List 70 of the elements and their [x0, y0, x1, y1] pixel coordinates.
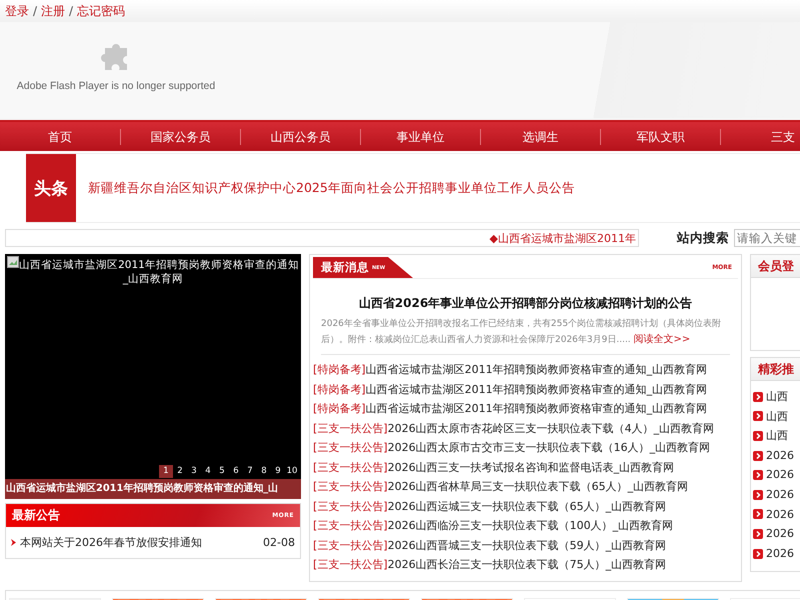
search-field[interactable]: 请输入关键	[734, 229, 800, 247]
page-number[interactable]: 1	[159, 465, 173, 478]
nav-link[interactable]: 山西公务员	[240, 128, 360, 144]
arrow-icon	[753, 490, 763, 500]
news-ticker: ◆山西省运城市盐湖区2011年	[5, 229, 639, 247]
arrow-icon	[753, 411, 763, 422]
arrow-icon	[753, 450, 763, 461]
panel-title: 会员登	[758, 258, 794, 274]
page-number[interactable]: 3	[187, 465, 201, 478]
recommend-link[interactable]: 山西	[753, 387, 800, 407]
recommend-link[interactable]: 2026	[753, 484, 800, 505]
recommend-link[interactable]: 山西	[753, 426, 800, 446]
arrow-icon	[753, 392, 763, 402]
separator: /	[33, 4, 38, 18]
news-link[interactable]: [三支一扶公告]2026山西临汾三支一扶职位表下载（100人）_山西教育网	[313, 516, 738, 536]
recommend-link[interactable]: 2026	[753, 524, 800, 544]
news-link[interactable]: [特岗备考]山西省运城市盐湖区2011年招聘预岗教师资格审查的通知_山西教育网	[313, 380, 738, 399]
page-number[interactable]: 4	[201, 465, 215, 478]
news-link[interactable]: [三支一扶公告]2026山西太原市古交市三支一扶职位表下载（16人）_山西教育网	[313, 438, 738, 458]
recommend-link[interactable]: 2026	[753, 544, 800, 564]
featured-summary: 2026年全省事业单位公开招聘改报名工作已经结束，共有255个岗位需核减招聘计划（具体岗位表附后）。附件：核减岗位汇总表山西省人力资源和社会保障厅2026年3月9日..... 阅读全文>>	[321, 317, 730, 355]
recommend-link[interactable]: 山西	[753, 406, 800, 426]
page-number[interactable]: 7	[243, 465, 257, 478]
nav-link[interactable]: 国家公务员	[120, 128, 240, 144]
nav-link[interactable]: 首页	[0, 128, 120, 144]
page-number[interactable]: 6	[229, 465, 243, 478]
broken-image-icon	[7, 256, 20, 268]
notice-date: 02-08	[263, 536, 295, 549]
read-more-link[interactable]: 阅读全文>>	[634, 334, 690, 345]
recommend-link[interactable]: 2026	[753, 465, 800, 485]
bullet-icon	[11, 539, 16, 546]
slide-caption: 山西省运城市盐湖区2011年招聘预岗教师资格审查的通知_山	[5, 479, 301, 499]
page-number[interactable]: 2	[173, 465, 187, 478]
arrow-icon	[753, 509, 763, 520]
news-link[interactable]: [三支一扶公告]2026山西三支一扶考试报名咨询和监督电话表_山西教育网	[313, 458, 738, 477]
news-link[interactable]: [三支一扶公告]2026山西省林草局三支一扶职位表下载（65人）_山西教育网	[313, 477, 738, 496]
news-link[interactable]: [特岗备考]山西省运城市盐湖区2011年招聘预岗教师资格审查的通知_山西教育网	[313, 360, 738, 380]
panel-title: 精彩推	[758, 360, 794, 378]
top-link[interactable]: 忘记密码	[77, 2, 126, 20]
headline-badge: 头条	[26, 154, 76, 222]
headline-link[interactable]: 新疆维吾尔自治区知识产权保护中心2025年面向社会公开招聘事业单位工作人员公告	[88, 180, 575, 196]
arrow-icon	[753, 548, 763, 559]
arrow-icon	[753, 430, 763, 441]
nav-link[interactable]: 选调生	[480, 128, 600, 144]
news-link[interactable]: [三支一扶公告]2026山西运城三支一扶职位表下载（65人）_山西教育网	[313, 496, 738, 516]
nav-link[interactable]: 事业单位	[360, 128, 480, 144]
page-number[interactable]: 10	[285, 465, 299, 478]
panel-title: 最新公告	[12, 507, 60, 524]
news-link[interactable]: [三支一扶公告]2026山西晋城三支一扶职位表下载（59人）_山西教育网	[313, 536, 738, 555]
panel-title: 最新消息	[321, 260, 369, 275]
news-link[interactable]: [三支一扶公告]2026山西太原市杏花岭区三支一扶职位表下载（4人）_山西教育网	[313, 418, 738, 438]
nav-link[interactable]: 军队文职	[600, 128, 720, 144]
arrow-icon	[753, 470, 763, 480]
top-link[interactable]: 登录	[5, 2, 29, 20]
separator: /	[69, 4, 74, 18]
page-number[interactable]: 9	[271, 465, 285, 478]
featured-title[interactable]: 山西省2026年事业单位公开招聘部分岗位核减招聘计划的公告	[313, 295, 738, 312]
search-label: 站内搜索	[677, 230, 729, 246]
top-link[interactable]: 注册	[41, 2, 66, 20]
page-number[interactable]: 5	[215, 465, 229, 478]
notice-link[interactable]: 本网站关于2026年春节放假安排通知	[20, 535, 260, 550]
page-number[interactable]: 8	[257, 465, 271, 478]
news-link[interactable]: [特岗备考]山西省运城市盐湖区2011年招聘预岗教师资格审查的通知_山西教育网	[313, 399, 738, 418]
news-link[interactable]: [三支一扶公告]2026山西长治三支一扶职位表下载（75人）_山西教育网	[313, 555, 738, 574]
image-alt-text: 山西省运城市盐湖区2011年招聘预岗教师资格审查的通知_山西教育网	[7, 255, 299, 286]
arrow-icon	[753, 528, 763, 539]
recommend-link[interactable]: 2026	[753, 504, 800, 524]
recommend-link[interactable]: 2026	[753, 446, 800, 466]
nav-link[interactable]: 三支	[720, 128, 800, 144]
plugin-message: Adobe Flash Player is no longer supported	[16, 80, 216, 92]
